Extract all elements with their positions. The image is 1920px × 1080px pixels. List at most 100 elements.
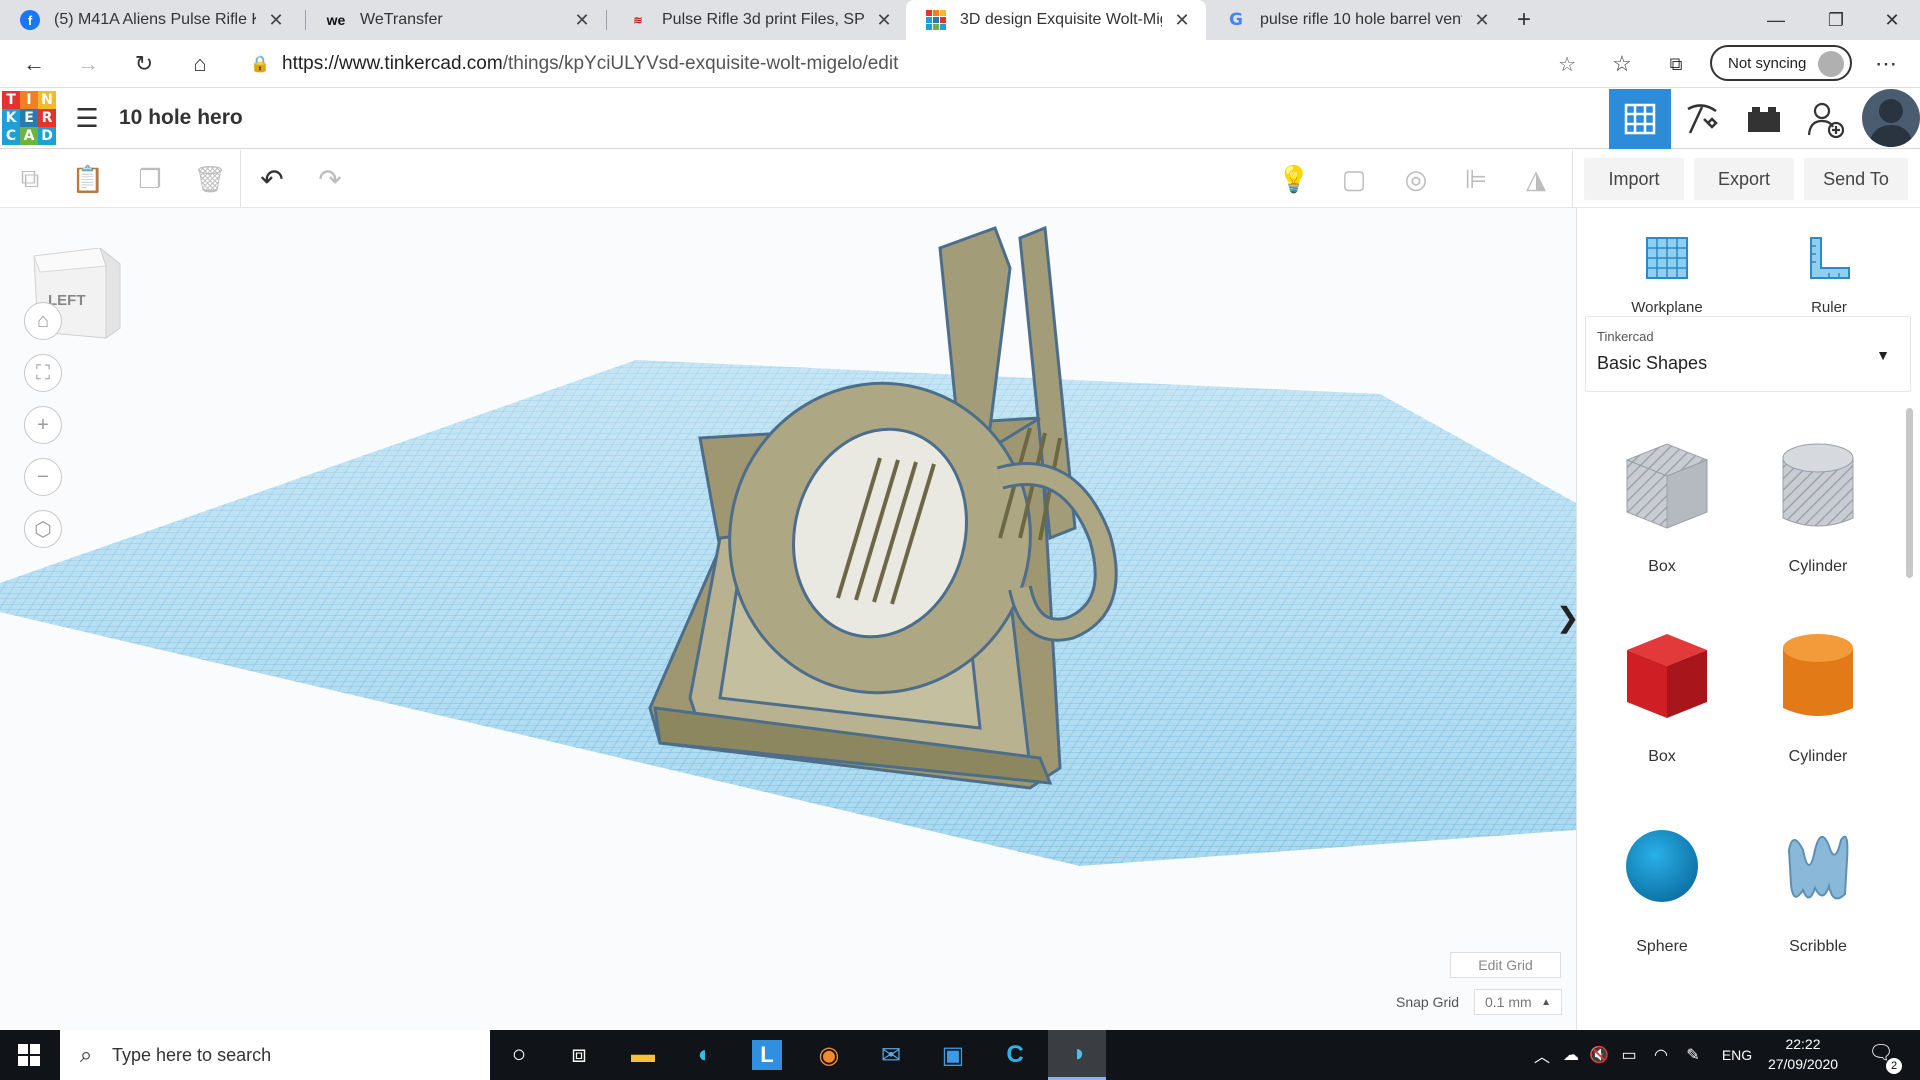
- invite-user-icon[interactable]: [1795, 89, 1857, 149]
- shape-scribble[interactable]: Scribble: [1753, 810, 1883, 980]
- bricks-icon[interactable]: [1733, 89, 1795, 149]
- minimize-icon[interactable]: —: [1746, 0, 1806, 40]
- tab-title: (5) M41A Aliens Pulse Rifle Kit | F: [54, 11, 256, 28]
- blocks-pickaxe-icon[interactable]: [1671, 89, 1733, 149]
- group-icon[interactable]: ▢: [1334, 159, 1374, 199]
- close-tab-icon[interactable]: ✕: [572, 10, 592, 31]
- panel-scrollbar[interactable]: [1906, 408, 1913, 578]
- app-orange-icon[interactable]: ◉: [800, 1030, 858, 1080]
- app-l-icon[interactable]: L: [738, 1030, 796, 1080]
- collapse-panel-arrow-icon[interactable]: ❯: [1556, 596, 1576, 640]
- new-tab-button[interactable]: +: [1506, 0, 1542, 40]
- tab-title: 3D design Exquisite Wolt-Migelo: [960, 11, 1162, 28]
- shape-label: Sphere: [1636, 938, 1688, 955]
- onedrive-icon[interactable]: ☁: [1558, 1030, 1584, 1080]
- task-view-icon[interactable]: ⧈: [550, 1030, 608, 1080]
- browser-tab[interactable]: ≋ Pulse Rifle 3d print Files, SPAS ca ✕: [608, 0, 908, 40]
- workplane-tool[interactable]: Workplane: [1607, 226, 1727, 316]
- paste-icon[interactable]: 📋: [68, 159, 108, 199]
- shape-label: Cylinder: [1788, 558, 1848, 575]
- 3d-view-icon[interactable]: [1609, 89, 1671, 149]
- close-tab-icon[interactable]: ✕: [1172, 10, 1192, 31]
- profile-sync-button[interactable]: Not syncing: [1710, 45, 1852, 81]
- favorites-icon[interactable]: ☆: [1604, 46, 1640, 82]
- home-view-icon[interactable]: ⌂: [24, 302, 62, 340]
- zoom-out-icon[interactable]: −: [24, 458, 62, 496]
- edit-toolbar: ⧉ 📋 ❐ 🗑 ↶ ↷ 💡 ▢ ◎ ⊫ ◮ Import Export Send…: [0, 150, 1920, 208]
- fit-view-icon[interactable]: ⛶: [24, 354, 62, 392]
- browser-tab[interactable]: we WeTransfer ✕: [306, 0, 606, 40]
- shape-library-dropdown[interactable]: Tinkercad Basic Shapes ▼: [1585, 316, 1911, 392]
- delete-icon[interactable]: 🗑: [190, 159, 230, 199]
- pen-icon[interactable]: ✎: [1680, 1030, 1706, 1080]
- app-c-icon[interactable]: C: [986, 1030, 1044, 1080]
- copy-icon[interactable]: ⧉: [10, 159, 50, 199]
- edge-icon[interactable]: ◐: [676, 1030, 734, 1080]
- battery-icon[interactable]: ▭: [1616, 1030, 1642, 1080]
- duplicate-icon[interactable]: ❐: [130, 159, 170, 199]
- redo-icon[interactable]: ↷: [310, 159, 350, 199]
- clock[interactable]: 22:22 27/09/2020: [1766, 1034, 1840, 1074]
- mirror-icon[interactable]: ◮: [1516, 159, 1556, 199]
- ruler-tool[interactable]: Ruler: [1769, 226, 1889, 316]
- ungroup-icon[interactable]: ◎: [1396, 159, 1436, 199]
- wifi-icon[interactable]: ◠: [1648, 1030, 1674, 1080]
- mail-icon[interactable]: ✉: [862, 1030, 920, 1080]
- edit-grid-button[interactable]: Edit Grid: [1450, 952, 1561, 978]
- perspective-icon[interactable]: ⬡: [24, 510, 62, 548]
- refresh-icon[interactable]: ↻: [126, 46, 162, 82]
- export-button[interactable]: Export: [1694, 158, 1794, 200]
- lock-icon: 🔒: [250, 56, 270, 73]
- 3d-viewport[interactable]: LEFT ⌂ ⛶ + − ⬡ ❯ Edit Grid Snap Grid 0.1…: [0, 208, 1576, 1030]
- favorite-star-icon[interactable]: ☆: [1558, 52, 1576, 77]
- close-tab-icon[interactable]: ✕: [874, 10, 894, 31]
- back-icon[interactable]: ←: [16, 46, 52, 82]
- store-icon[interactable]: ▣: [924, 1030, 982, 1080]
- zoom-in-icon[interactable]: +: [24, 406, 62, 444]
- maximize-icon[interactable]: ❐: [1806, 0, 1866, 40]
- file-explorer-icon[interactable]: ▬: [614, 1030, 672, 1080]
- shape-cylinder-hole[interactable]: Cylinder: [1753, 430, 1883, 600]
- taskbar-search[interactable]: ⌕ Type here to search: [60, 1030, 490, 1080]
- shape-cylinder[interactable]: Cylinder: [1753, 620, 1883, 790]
- close-window-icon[interactable]: ✕: [1862, 0, 1920, 40]
- browser-tab[interactable]: G pulse rifle 10 hole barrel vent - G ✕: [1206, 0, 1506, 40]
- snap-grid-label: Snap Grid: [1396, 994, 1460, 1010]
- import-button[interactable]: Import: [1584, 158, 1684, 200]
- browser-tab-active[interactable]: 3D design Exquisite Wolt-Migelo ✕: [906, 0, 1206, 40]
- home-icon[interactable]: ⌂: [182, 46, 218, 82]
- forward-icon[interactable]: →: [70, 46, 106, 82]
- more-menu-icon[interactable]: ⋯: [1868, 46, 1904, 82]
- notification-center-icon[interactable]: 🗨 2: [1866, 1040, 1902, 1074]
- shape-label: Scribble: [1789, 938, 1847, 955]
- snap-grid-select[interactable]: 0.1 mm ▲: [1474, 989, 1562, 1015]
- search-icon: ⌕: [79, 1042, 93, 1067]
- shape-box[interactable]: Box: [1597, 620, 1727, 790]
- language-indicator[interactable]: ENG: [1712, 1030, 1762, 1080]
- browser-tab[interactable]: f (5) M41A Aliens Pulse Rifle Kit | F ✕: [0, 0, 300, 40]
- user-avatar[interactable]: [1862, 89, 1920, 147]
- shape-box-hole[interactable]: Box: [1597, 430, 1727, 600]
- scribble-icon: [1787, 835, 1849, 900]
- cortana-icon[interactable]: ○: [490, 1030, 548, 1080]
- close-tab-icon[interactable]: ✕: [1472, 10, 1492, 31]
- sync-label: Not syncing: [1728, 54, 1807, 72]
- tab-title: Pulse Rifle 3d print Files, SPAS ca: [662, 11, 864, 28]
- send-to-button[interactable]: Send To: [1804, 158, 1908, 200]
- tinkercad-logo[interactable]: T I N K E R C A D: [2, 91, 56, 145]
- shape-sphere[interactable]: Sphere: [1597, 810, 1727, 980]
- design-title[interactable]: 10 hole hero: [119, 106, 243, 130]
- collections-icon[interactable]: ⧉: [1658, 46, 1694, 82]
- workplane-icon: [1646, 237, 1688, 279]
- align-icon[interactable]: ⊫: [1456, 159, 1496, 199]
- start-button[interactable]: [0, 1030, 58, 1080]
- edge-active-icon[interactable]: ◑: [1048, 1030, 1106, 1080]
- close-tab-icon[interactable]: ✕: [266, 10, 286, 31]
- undo-icon[interactable]: ↶: [252, 159, 292, 199]
- volume-muted-icon[interactable]: 🔇: [1586, 1030, 1612, 1080]
- lightbulb-icon[interactable]: 💡: [1274, 159, 1314, 199]
- address-bar[interactable]: 🔒 https://www.tinkercad.com/things/kpYci…: [238, 45, 1586, 83]
- tray-chevron-icon[interactable]: ︿: [1530, 1030, 1554, 1080]
- cylinder-hole-icon: [1782, 443, 1854, 527]
- design-list-icon[interactable]: ☰: [72, 103, 102, 133]
